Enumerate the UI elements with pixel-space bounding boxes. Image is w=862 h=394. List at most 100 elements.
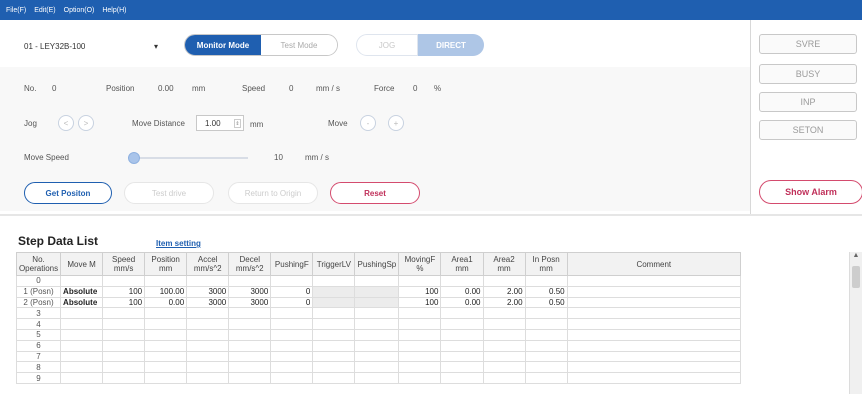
column-header[interactable]: Move M	[60, 252, 104, 276]
menu-option[interactable]: Option(O)	[64, 7, 95, 14]
table-cell[interactable]	[60, 361, 104, 374]
move-speed-slider-handle[interactable]	[128, 152, 140, 164]
table-cell[interactable]	[440, 275, 484, 287]
table-cell[interactable]: Absolute	[60, 296, 104, 309]
table-cell[interactable]	[144, 372, 188, 384]
table-cell[interactable]: 0	[270, 296, 314, 309]
table-cell[interactable]: 0	[270, 285, 314, 298]
jog-prev-button[interactable]: <	[58, 115, 74, 131]
menu-edit[interactable]: Edit(E)	[34, 7, 55, 14]
table-cell[interactable]	[440, 372, 484, 384]
table-cell[interactable]: 6	[15, 339, 62, 352]
table-cell[interactable]: 9	[15, 372, 62, 384]
table-cell[interactable]	[566, 339, 742, 352]
table-cell[interactable]: 4	[15, 318, 62, 330]
table-cell[interactable]	[482, 361, 526, 374]
table-cell[interactable]: 3000	[186, 296, 230, 309]
table-cell[interactable]	[524, 307, 568, 320]
table-cell[interactable]	[398, 372, 442, 384]
table-cell[interactable]	[144, 361, 188, 374]
menu-help[interactable]: Help(H)	[102, 7, 126, 14]
table-cell[interactable]	[566, 275, 742, 287]
table-scrollbar[interactable]: ▲	[849, 252, 862, 394]
table-cell[interactable]	[354, 307, 400, 320]
table-cell[interactable]	[186, 361, 230, 374]
table-row[interactable]: 4	[15, 318, 742, 330]
test-drive-button[interactable]: Test drive	[124, 182, 214, 204]
column-header[interactable]: PushingF	[270, 252, 314, 276]
table-cell[interactable]	[60, 275, 104, 287]
table-cell[interactable]	[440, 361, 484, 374]
table-cell[interactable]	[186, 350, 230, 363]
table-cell[interactable]	[524, 275, 568, 287]
table-cell[interactable]	[312, 372, 356, 384]
table-cell[interactable]	[354, 328, 400, 341]
table-cell[interactable]: 0.00	[144, 296, 188, 309]
table-row[interactable]: 5	[15, 328, 742, 341]
table-cell[interactable]	[270, 318, 314, 330]
table-cell[interactable]	[144, 307, 188, 320]
table-cell[interactable]	[398, 339, 442, 352]
table-cell[interactable]	[354, 350, 400, 363]
table-cell[interactable]	[482, 328, 526, 341]
reset-button[interactable]: Reset	[330, 182, 420, 204]
column-header[interactable]: MovingF%	[398, 252, 442, 276]
table-cell[interactable]	[270, 372, 314, 384]
column-header[interactable]: Area1 mm	[440, 252, 484, 276]
table-cell[interactable]	[186, 307, 230, 320]
table-cell[interactable]	[566, 350, 742, 363]
table-cell[interactable]	[186, 318, 230, 330]
table-cell[interactable]	[354, 372, 400, 384]
table-cell[interactable]: 100.00	[144, 285, 188, 298]
table-cell[interactable]	[482, 339, 526, 352]
table-cell[interactable]	[144, 339, 188, 352]
table-cell[interactable]	[312, 350, 356, 363]
table-cell[interactable]	[440, 318, 484, 330]
table-cell[interactable]	[228, 307, 272, 320]
move-distance-input[interactable]: 1.00 ⇕	[196, 115, 244, 131]
table-cell[interactable]	[398, 318, 442, 330]
table-cell[interactable]	[186, 339, 230, 352]
table-cell[interactable]	[524, 318, 568, 330]
table-cell[interactable]	[566, 318, 742, 330]
table-cell[interactable]: 1 (Posn)	[15, 285, 62, 298]
return-to-origin-button[interactable]: Return to Origin	[228, 182, 318, 204]
column-header[interactable]: PushingSp	[354, 252, 400, 276]
table-cell[interactable]	[312, 285, 356, 298]
table-cell[interactable]	[482, 372, 526, 384]
table-cell[interactable]	[482, 350, 526, 363]
table-cell[interactable]	[440, 339, 484, 352]
item-setting-link[interactable]: Item setting	[156, 239, 201, 248]
table-cell[interactable]: 3000	[228, 296, 272, 309]
table-cell[interactable]: 8	[15, 361, 62, 374]
column-header[interactable]: Area2 mm	[482, 252, 526, 276]
table-row[interactable]: 0	[15, 275, 742, 287]
table-cell[interactable]	[270, 361, 314, 374]
scroll-up-icon[interactable]: ▲	[850, 252, 862, 264]
table-cell[interactable]	[144, 328, 188, 341]
table-row[interactable]: 7	[15, 350, 742, 363]
table-cell[interactable]	[312, 307, 356, 320]
table-cell[interactable]: 2.00	[482, 296, 526, 309]
table-cell[interactable]	[60, 307, 104, 320]
table-row[interactable]: 1 (Posn) Absolute 100 100.00 3000 3000 0 100 0.0…	[15, 285, 742, 298]
table-cell[interactable]	[144, 350, 188, 363]
column-header[interactable]: In Posn mm	[524, 252, 568, 276]
table-cell[interactable]: 100	[398, 296, 442, 309]
table-cell[interactable]: 2 (Posn)	[15, 296, 62, 309]
table-cell[interactable]	[60, 328, 104, 341]
jog-mode-button[interactable]: JOG	[356, 34, 418, 56]
table-cell[interactable]	[524, 361, 568, 374]
table-cell[interactable]	[102, 318, 146, 330]
table-cell[interactable]	[144, 318, 188, 330]
move-plus-button[interactable]: +	[388, 115, 404, 131]
menu-file[interactable]: File(F)	[6, 7, 26, 14]
table-cell[interactable]	[440, 307, 484, 320]
table-cell[interactable]: 2.00	[482, 285, 526, 298]
table-cell[interactable]	[354, 275, 400, 287]
column-header[interactable]: Position mm	[144, 252, 188, 276]
table-cell[interactable]	[354, 361, 400, 374]
table-cell[interactable]	[102, 339, 146, 352]
table-cell[interactable]	[60, 350, 104, 363]
table-cell[interactable]: 0.50	[524, 296, 568, 309]
